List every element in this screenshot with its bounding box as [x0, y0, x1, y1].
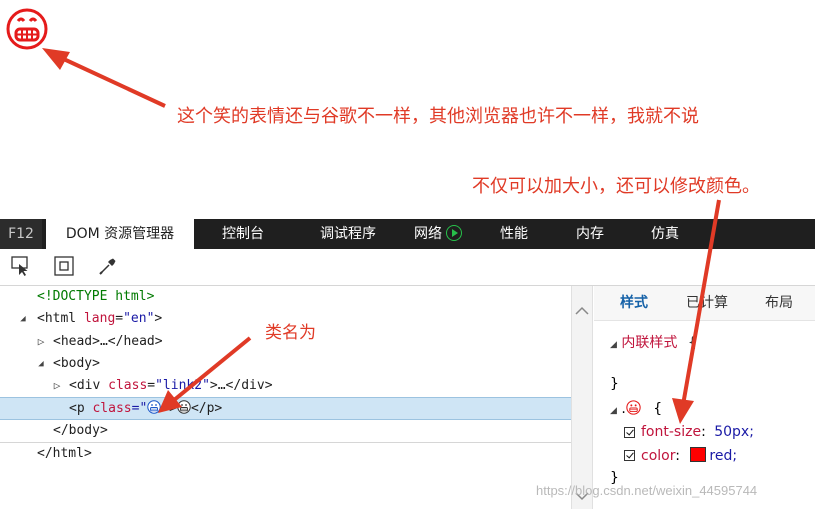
grinning-emoji-icon [626, 400, 641, 415]
body-open-tag: <body> [53, 356, 100, 371]
inline-style-label: 内联样式 [621, 335, 678, 351]
p-open-tag: <p [69, 401, 85, 416]
tab-layout[interactable]: 布局 [765, 286, 793, 320]
color-swatch[interactable] [690, 447, 707, 462]
tab-styles[interactable]: 样式 [620, 286, 648, 320]
tree-row-div[interactable]: ▷ <div class="link2">…</div> [0, 375, 571, 397]
checkbox-color[interactable] [624, 450, 635, 461]
eyedropper-icon[interactable] [97, 255, 119, 277]
dom-toolbar [0, 249, 815, 286]
expanded-caret-icon[interactable]: ◢ [610, 406, 617, 416]
p-attr-quote: " [161, 401, 170, 416]
prop-value: red; [709, 448, 738, 464]
head-node: <head>…</head> [53, 334, 163, 349]
grinning-emoji-icon [6, 8, 48, 50]
tree-row-body[interactable]: ◢ <body> [0, 353, 571, 375]
annotation-classname: 类名为 [265, 323, 316, 343]
select-element-icon[interactable] [10, 255, 32, 277]
p-open-tag-end: > [169, 401, 177, 416]
grinning-emoji-icon [147, 400, 161, 414]
prop-value: 50px; [714, 424, 754, 440]
inline-close-brace: } [610, 376, 619, 392]
html-open-tag-end: > [154, 311, 163, 326]
body-close-tag: </body> [53, 423, 108, 438]
div-attr-value: "link2" [155, 378, 210, 393]
annotation-size-color: 不仅可以加大小，还可以修改颜色。 [472, 176, 760, 197]
tree-row-doctype[interactable]: <!DOCTYPE html> [0, 286, 571, 308]
scroll-up-icon[interactable] [575, 306, 589, 316]
expanded-caret-icon[interactable]: ◢ [610, 340, 617, 350]
box-model-icon[interactable] [53, 255, 75, 277]
dom-tree-scrollbar[interactable] [571, 286, 593, 509]
tab-f12[interactable]: F12 [0, 219, 42, 249]
tab-console[interactable]: 控制台 [222, 219, 264, 249]
tree-row-body-close[interactable]: </body> [0, 420, 571, 442]
prop-colon: : [675, 448, 680, 464]
prop-name: color [641, 448, 676, 464]
tree-row-html-close[interactable]: </html> [0, 443, 571, 465]
watermark: https://blog.csdn.net/weixin_44595744 [536, 483, 758, 498]
grinning-emoji-icon [177, 400, 191, 414]
html-attr-value: "en" [123, 311, 155, 326]
collapsed-caret-icon[interactable]: ▷ [36, 331, 46, 353]
p-attr-eq: =" [131, 401, 148, 416]
tab-dom-explorer[interactable]: DOM 资源管理器 [46, 219, 194, 249]
prop-name: font-size [641, 424, 702, 440]
expanded-caret-icon[interactable]: ◢ [36, 353, 46, 375]
styles-pane-tabs: 样式 已计算 布局 [594, 286, 815, 321]
annotation-top: 这个笑的表情还与谷歌不一样，其他浏览器也许不一样，我就不说 [177, 106, 699, 127]
prop-colon: : [701, 424, 706, 440]
div-rest: >…</div> [209, 378, 273, 393]
play-icon[interactable] [446, 225, 462, 241]
devtools-tabbar: F12 DOM 资源管理器 控制台 调试程序 网络 性能 内存 仿真 [0, 219, 815, 249]
p-close-tag: </p> [190, 401, 223, 416]
doctype-text: <!DOCTYPE html> [37, 289, 155, 304]
tab-network[interactable]: 网络 [414, 219, 462, 249]
div-open-tag: <div [69, 378, 101, 393]
div-attr-name: class [108, 378, 148, 393]
rule-open-brace: { [653, 401, 663, 417]
collapsed-caret-icon[interactable]: ▷ [52, 375, 62, 397]
tab-computed[interactable]: 已计算 [686, 286, 728, 320]
tree-row-p-selected[interactable]: <p class=" "> </p> [0, 397, 571, 420]
tab-performance[interactable]: 性能 [500, 219, 528, 249]
tab-debugger[interactable]: 调试程序 [320, 219, 376, 249]
html-close-tag: </html> [37, 446, 92, 461]
p-attr-name: class [92, 401, 132, 416]
tab-emulation[interactable]: 仿真 [651, 219, 679, 249]
styles-pane: 样式 已计算 布局 ◢ 内联样式 { } ◢ . { font-size: 50… [594, 286, 815, 509]
arrow-to-emoji [42, 48, 166, 108]
inline-style-brace: { [687, 335, 697, 351]
html-attr-name: lang [83, 311, 116, 326]
html-open-tag: <html [37, 311, 77, 326]
checkbox-font-size[interactable] [624, 427, 635, 438]
expanded-caret-icon[interactable]: ◢ [18, 308, 28, 330]
tab-network-label: 网络 [414, 226, 442, 242]
tab-memory[interactable]: 内存 [576, 219, 604, 249]
